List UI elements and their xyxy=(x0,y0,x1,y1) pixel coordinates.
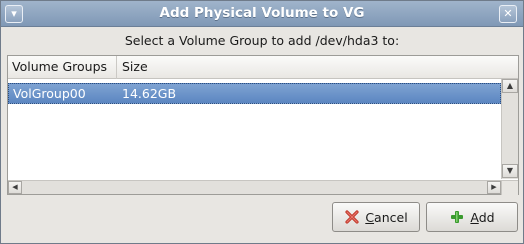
cancel-x-icon xyxy=(345,210,359,224)
volume-group-size: 14.62GB xyxy=(122,86,177,101)
dialog-prompt: Select a Volume Group to add /dev/hda3 t… xyxy=(124,33,400,48)
column-header-volume-groups[interactable]: Volume Groups xyxy=(8,56,117,79)
plus-icon xyxy=(451,211,464,223)
cancel-label: Cancel xyxy=(365,209,408,225)
scroll-right-icon[interactable]: ▶ xyxy=(487,181,501,194)
volume-group-list: Volume Groups Size VolGroup00 14.62GB ▲ … xyxy=(7,55,519,195)
vertical-scrollbar[interactable]: ▲ ▼ xyxy=(501,79,518,179)
cancel-button[interactable]: Cancel xyxy=(332,202,420,232)
window-title: Add Physical Volume to VG xyxy=(159,5,365,21)
scrollbar-corner xyxy=(501,181,518,195)
close-window-button[interactable]: ✕ xyxy=(499,5,517,23)
title-bar[interactable]: ▾ Add Physical Volume to VG ✕ xyxy=(1,1,523,27)
scroll-up-icon[interactable]: ▲ xyxy=(502,79,518,93)
horizontal-scrollbar[interactable]: ◀ ▶ xyxy=(8,180,518,195)
list-header: Volume Groups Size xyxy=(8,56,518,79)
close-icon: ✕ xyxy=(503,7,513,20)
dialog-window: ▾ Add Physical Volume to VG ✕ Select a V… xyxy=(0,0,524,244)
scroll-down-icon[interactable]: ▼ xyxy=(502,164,518,178)
table-row[interactable]: VolGroup00 14.62GB xyxy=(8,83,501,104)
volume-group-name: VolGroup00 xyxy=(13,86,86,101)
column-header-size[interactable]: Size xyxy=(118,56,500,79)
add-button[interactable]: Add xyxy=(426,202,518,232)
add-label: Add xyxy=(470,209,495,225)
scroll-left-icon[interactable]: ◀ xyxy=(8,181,22,194)
